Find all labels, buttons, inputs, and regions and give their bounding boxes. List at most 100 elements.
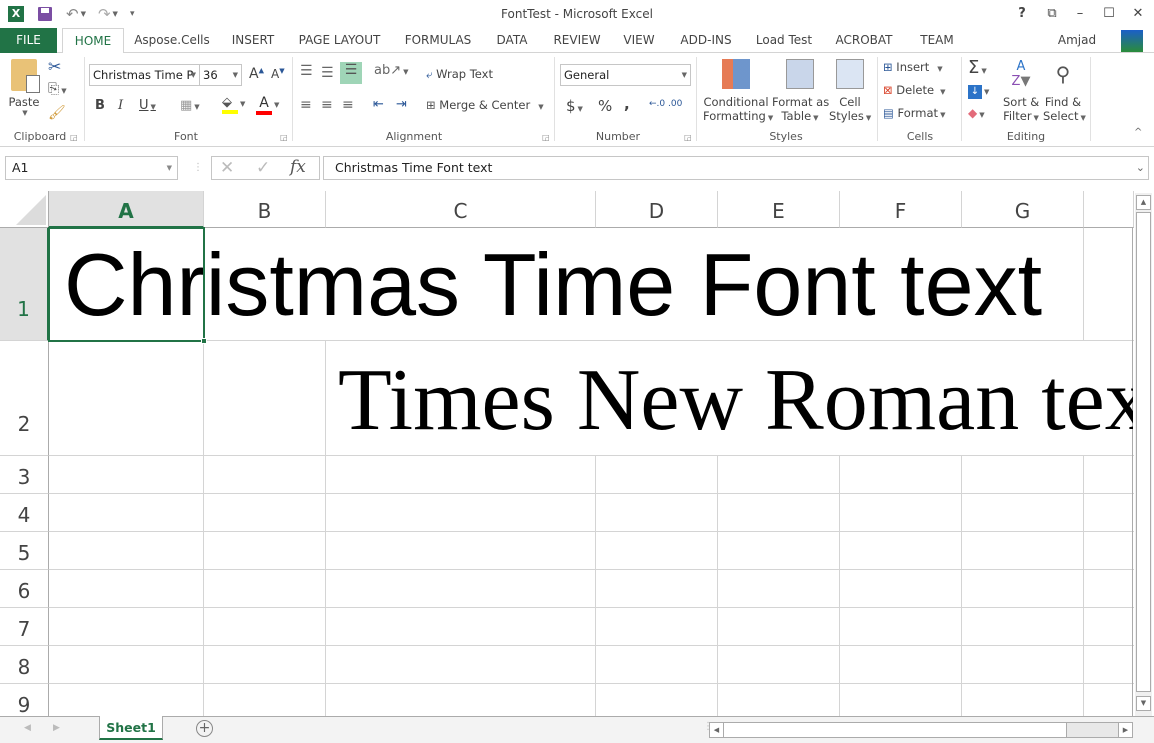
column-header-c[interactable]: C <box>326 191 596 228</box>
scroll-down-icon[interactable]: ▼ <box>1136 696 1151 711</box>
collapse-ribbon-icon[interactable]: ^ <box>1134 127 1142 138</box>
ribbon-display-icon[interactable]: ⧉ <box>1040 4 1064 24</box>
insert-cells-button[interactable]: ⊞ Insert ▼ <box>883 60 943 74</box>
formula-input[interactable]: Christmas Time Font text ⌄ <box>323 156 1149 180</box>
format-cells-button[interactable]: ▤ Format ▼ <box>883 106 945 120</box>
number-launcher-icon[interactable]: ◲ <box>684 133 692 142</box>
insert-function-icon[interactable]: fx <box>290 157 306 177</box>
font-size-combo[interactable]: 36 ▼ <box>199 64 242 86</box>
grow-font-button[interactable]: A▲ <box>249 66 264 82</box>
tab-formulas[interactable]: FORMULAS <box>398 28 478 53</box>
help-icon[interactable]: ? <box>1010 4 1034 24</box>
expand-formula-icon[interactable]: ⌄ <box>1136 157 1145 179</box>
font-name-combo[interactable]: Christmas Time P ▼ <box>89 64 200 86</box>
number-format-combo[interactable]: General ▼ <box>560 64 691 86</box>
column-header-a[interactable]: A <box>49 191 204 228</box>
decrease-indent-icon[interactable]: ⇤ <box>373 97 384 112</box>
font-color-button[interactable]: A ▼ <box>256 95 279 115</box>
tab-acrobat[interactable]: ACROBAT <box>831 28 897 53</box>
next-sheet-icon[interactable]: ▶ <box>53 723 60 733</box>
row-header-9[interactable]: 9 <box>0 684 49 716</box>
alignment-launcher-icon[interactable]: ◲ <box>542 133 550 142</box>
align-center-icon[interactable]: ≡ <box>321 97 333 113</box>
tab-load-test[interactable]: Load Test <box>752 28 816 53</box>
enter-icon[interactable]: ✓ <box>256 158 270 178</box>
increase-indent-icon[interactable]: ⇥ <box>396 97 407 112</box>
fill-button[interactable]: ↓ ▼ <box>968 83 989 99</box>
fill-handle[interactable] <box>201 338 207 344</box>
horizontal-scroll-thumb[interactable] <box>724 723 1067 737</box>
format-painter-icon[interactable]: 🖌 <box>48 105 66 121</box>
align-right-icon[interactable]: ≡ <box>342 97 354 113</box>
row-header-6[interactable]: 6 <box>0 570 49 608</box>
tab-insert[interactable]: INSERT <box>225 28 281 53</box>
vertical-scroll-thumb[interactable] <box>1136 212 1151 692</box>
align-left-icon[interactable]: ≡ <box>300 97 312 113</box>
row-header-8[interactable]: 8 <box>0 646 49 684</box>
cancel-icon[interactable]: ✕ <box>220 158 234 178</box>
prev-sheet-icon[interactable]: ◀ <box>24 723 31 733</box>
scroll-up-icon[interactable]: ▲ <box>1136 195 1151 210</box>
tab-review[interactable]: REVIEW <box>548 28 606 53</box>
row-header-5[interactable]: 5 <box>0 532 49 570</box>
tab-page-layout[interactable]: PAGE LAYOUT <box>293 28 386 53</box>
clipboard-launcher-icon[interactable]: ◲ <box>70 133 78 142</box>
comma-button[interactable]: , <box>624 95 630 113</box>
find-select-button[interactable]: ⚲ Find & Select ▼ <box>1043 59 1086 123</box>
paste-button[interactable]: Paste ▼ <box>6 59 42 117</box>
close-icon[interactable]: ✕ <box>1126 4 1150 24</box>
bold-button[interactable]: B <box>95 98 105 113</box>
underline-button[interactable]: U ▼ <box>139 98 156 113</box>
tab-team[interactable]: TEAM <box>912 28 962 53</box>
formula-bar-grip-icon[interactable]: ⋮ <box>193 162 203 173</box>
clear-button[interactable]: ◆ ▼ <box>968 106 985 120</box>
merge-center-button[interactable]: ⊞ Merge & Center ▼ <box>426 98 544 112</box>
middle-align-icon[interactable]: ☰ <box>321 65 334 81</box>
column-header-f[interactable]: F <box>840 191 962 228</box>
wrap-text-button[interactable]: ⤶ Wrap Text <box>426 67 493 82</box>
shrink-font-button[interactable]: A▼ <box>271 67 285 81</box>
fill-color-button[interactable]: ⬙ ▼ <box>222 95 245 114</box>
row-header-4[interactable]: 4 <box>0 494 49 532</box>
row-header-3[interactable]: 3 <box>0 456 49 494</box>
sort-filter-button[interactable]: A Z▼ Sort & Filter ▼ <box>1003 59 1039 123</box>
selected-cell-a1[interactable] <box>48 227 205 342</box>
borders-button[interactable]: ▦ ▼ <box>180 98 200 113</box>
copy-icon[interactable]: ⎘ ▼ <box>48 81 67 97</box>
scroll-left-icon[interactable]: ◀ <box>710 723 724 737</box>
row-header-7[interactable]: 7 <box>0 608 49 646</box>
name-box[interactable]: A1 ▼ <box>5 156 178 180</box>
tab-add-ins[interactable]: ADD-INS <box>675 28 737 53</box>
maximize-icon[interactable]: ☐ <box>1097 4 1121 24</box>
increase-decimal-button[interactable]: ←.0 .00 <box>649 99 682 109</box>
user-account[interactable]: Amjad S.▼ <box>1048 28 1106 71</box>
row-header-2[interactable]: 2 <box>0 341 49 456</box>
format-as-table-button[interactable]: Format as Table ▼ <box>772 59 829 123</box>
column-header-b[interactable]: B <box>204 191 326 228</box>
tab-aspose-cells[interactable]: Aspose.Cells <box>131 28 213 53</box>
new-sheet-button[interactable]: + <box>196 720 213 737</box>
delete-cells-button[interactable]: ⊠ Delete ▼ <box>883 83 945 97</box>
top-align-icon[interactable]: ☰ <box>300 63 313 79</box>
column-header-g[interactable]: G <box>962 191 1084 228</box>
percent-button[interactable]: % <box>598 97 612 115</box>
scroll-right-icon[interactable]: ▶ <box>1118 723 1132 737</box>
horizontal-scrollbar[interactable]: ◀ ▶ <box>709 722 1133 738</box>
user-avatar[interactable] <box>1121 30 1143 52</box>
tab-home[interactable]: HOME <box>62 28 124 54</box>
row-header-1[interactable]: 1 <box>0 228 49 341</box>
cut-icon[interactable]: ✂ <box>48 57 61 76</box>
currency-button[interactable]: $ ▼ <box>566 97 583 115</box>
autosum-button[interactable]: Σ ▼ <box>968 57 987 78</box>
sheet-tab-sheet1[interactable]: Sheet1 <box>99 716 163 740</box>
tab-file[interactable]: FILE <box>0 28 57 53</box>
column-header-h[interactable] <box>1084 191 1134 228</box>
tab-data[interactable]: DATA <box>490 28 534 53</box>
italic-button[interactable]: I <box>118 98 123 113</box>
minimize-icon[interactable]: – <box>1068 4 1092 24</box>
worksheet-grid[interactable]: ABCDEFG 123456789 Christmas Time Font te… <box>0 191 1134 716</box>
orientation-icon[interactable]: ab↗ ▼ <box>374 63 409 78</box>
cell-styles-button[interactable]: Cell Styles ▼ <box>829 59 871 123</box>
conditional-formatting-button[interactable]: Conditional Formatting ▼ <box>703 59 773 123</box>
column-header-d[interactable]: D <box>596 191 718 228</box>
